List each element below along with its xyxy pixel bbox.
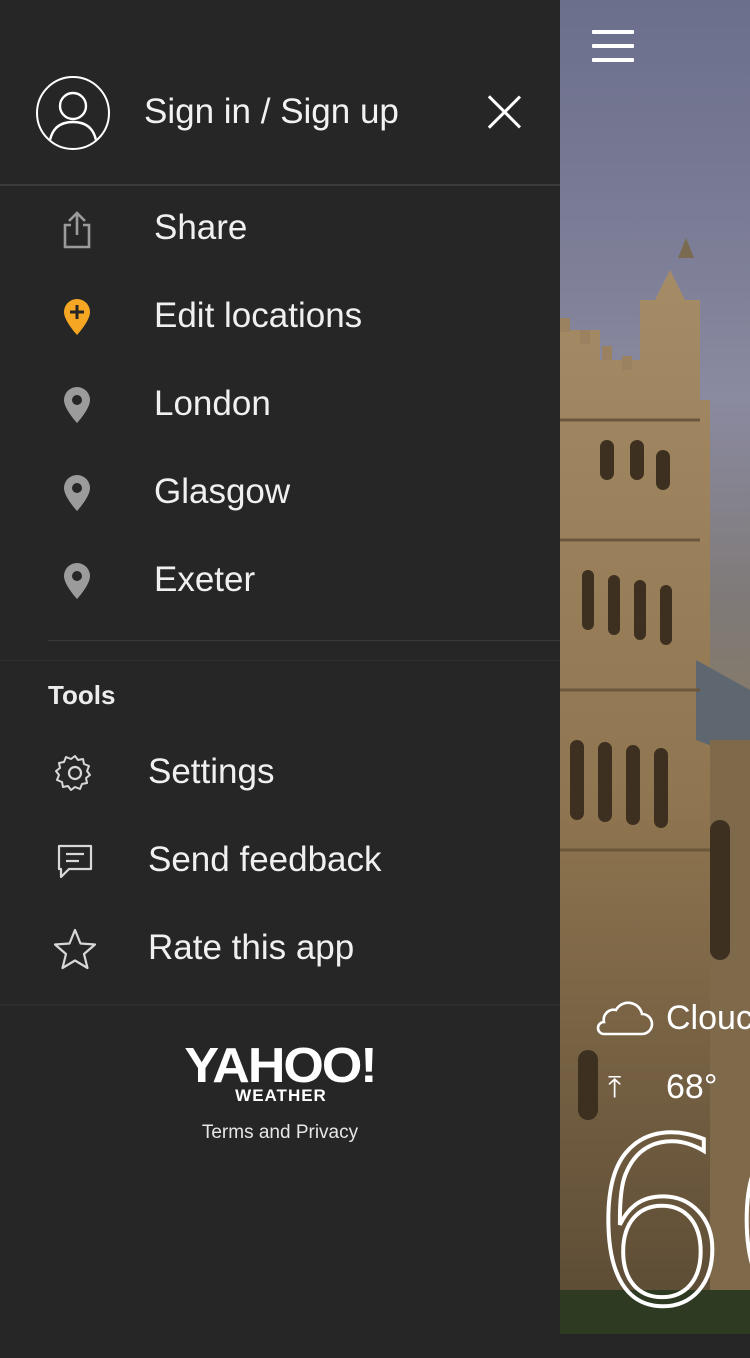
cloud-icon [596, 1001, 654, 1036]
feedback-icon [50, 836, 100, 886]
divider [0, 1004, 560, 1006]
yahoo-weather-logo: YAHOO! WEATHER [0, 1040, 560, 1106]
logo-wordmark: YAHOO! [184, 1038, 377, 1094]
tools-section-title: Tools [48, 680, 116, 710]
location-item-exeter[interactable]: Exeter [0, 538, 560, 626]
gear-icon [50, 748, 100, 798]
location-item-london[interactable]: London [0, 362, 560, 450]
menu-item-label: Share [154, 208, 248, 247]
location-pin-icon [52, 468, 102, 518]
menu-item-share[interactable]: Share [0, 186, 560, 274]
location-item-glasgow[interactable]: Glasgow [0, 450, 560, 538]
side-drawer: Sign in / Sign up Share Edit locations L… [0, 0, 560, 1334]
tools-item-label: Send feedback [148, 840, 382, 879]
location-pin-icon [52, 380, 102, 430]
divider [48, 640, 560, 641]
avatar-icon[interactable] [36, 76, 110, 150]
location-label: London [154, 384, 271, 423]
condition-text: Clouc [666, 998, 750, 1037]
drawer-header: Sign in / Sign up [0, 0, 560, 186]
location-label: Glasgow [154, 472, 291, 511]
location-label: Exeter [154, 560, 256, 599]
sign-in-link[interactable]: Sign in / Sign up [144, 92, 399, 132]
add-location-icon [52, 292, 102, 342]
divider [0, 660, 560, 661]
terms-privacy-link[interactable]: Terms and Privacy [0, 1122, 560, 1144]
current-temperature: 66 [584, 1091, 750, 1358]
menu-item-edit-locations[interactable]: Edit locations [0, 274, 560, 362]
menu-icon[interactable] [592, 30, 634, 64]
tools-item-label: Settings [148, 752, 275, 791]
tools-item-settings[interactable]: Settings [0, 728, 560, 816]
tools-item-send-feedback[interactable]: Send feedback [0, 816, 560, 904]
location-pin-icon [52, 556, 102, 606]
share-icon [52, 204, 102, 254]
star-icon [50, 924, 100, 974]
tools-item-rate-app[interactable]: Rate this app [0, 904, 560, 992]
tools-item-label: Rate this app [148, 928, 355, 967]
menu-item-label: Edit locations [154, 296, 363, 335]
close-icon[interactable] [486, 94, 522, 130]
weather-condition: Clouc [590, 998, 750, 1038]
